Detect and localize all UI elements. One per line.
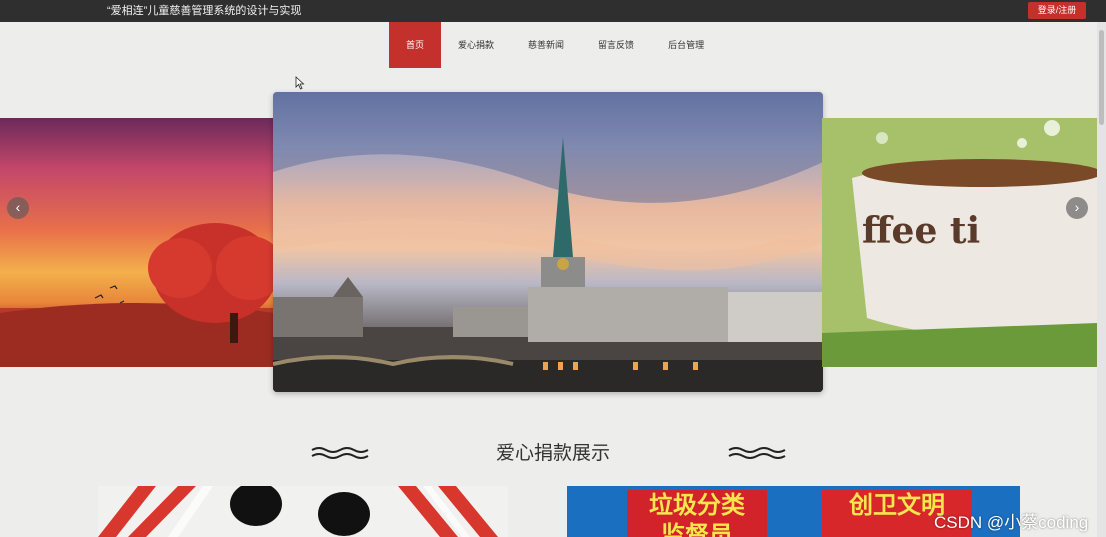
nav-item-news[interactable]: 慈善新闻 (511, 22, 581, 68)
carousel-prev-button[interactable]: ‹ (7, 197, 29, 219)
carousel-slide-heart-tree[interactable] (0, 118, 274, 367)
login-register-button[interactable]: 登录/注册 (1028, 2, 1086, 19)
carousel-next-button[interactable]: › (1066, 197, 1088, 219)
church-city-image (273, 92, 823, 392)
sign-garbage-sorting-line2: 监督员 (661, 521, 733, 537)
nav-item-donation[interactable]: 爱心捐款 (441, 22, 511, 68)
sign-garbage-sorting-line1: 垃圾分类 (649, 491, 745, 519)
cup-text: ffee ti (862, 210, 980, 252)
donation-card-image[interactable] (98, 486, 508, 537)
nav-item-feedback[interactable]: 留言反馈 (581, 22, 651, 68)
panda-track-image (98, 486, 498, 537)
donation-section-title: 爱心捐款展示 (495, 443, 610, 464)
carousel-slide-coffee-cup[interactable]: ffee ti (822, 118, 1097, 367)
coffee-cup-image: ffee ti (822, 118, 1097, 367)
chevron-right-icon: › (1074, 199, 1080, 215)
chevron-left-icon: ‹ (15, 199, 21, 215)
page-scrollbar-thumb[interactable] (1099, 30, 1104, 125)
heart-tree-image (0, 223, 274, 367)
site-title: “爱相连”儿童慈善管理系统的设计与实现 (107, 5, 302, 17)
top-bar: “爱相连”儿童慈善管理系统的设计与实现 登录/注册 (0, 0, 1106, 22)
wave-decoration-icon (728, 447, 786, 459)
mouse-cursor-icon (295, 76, 305, 90)
sign-garbage-sorting: 垃圾分类 监督员 (627, 490, 767, 537)
wave-decoration-icon (311, 447, 369, 459)
main-nav: 首页 爱心捐款 慈善新闻 留言反馈 后台管理 (389, 22, 721, 68)
nav-item-home[interactable]: 首页 (389, 22, 442, 68)
carousel-slide-church[interactable] (273, 92, 823, 392)
csdn-watermark: CSDN @小蔡coding (934, 513, 1089, 532)
nav-item-admin[interactable]: 后台管理 (651, 22, 721, 68)
